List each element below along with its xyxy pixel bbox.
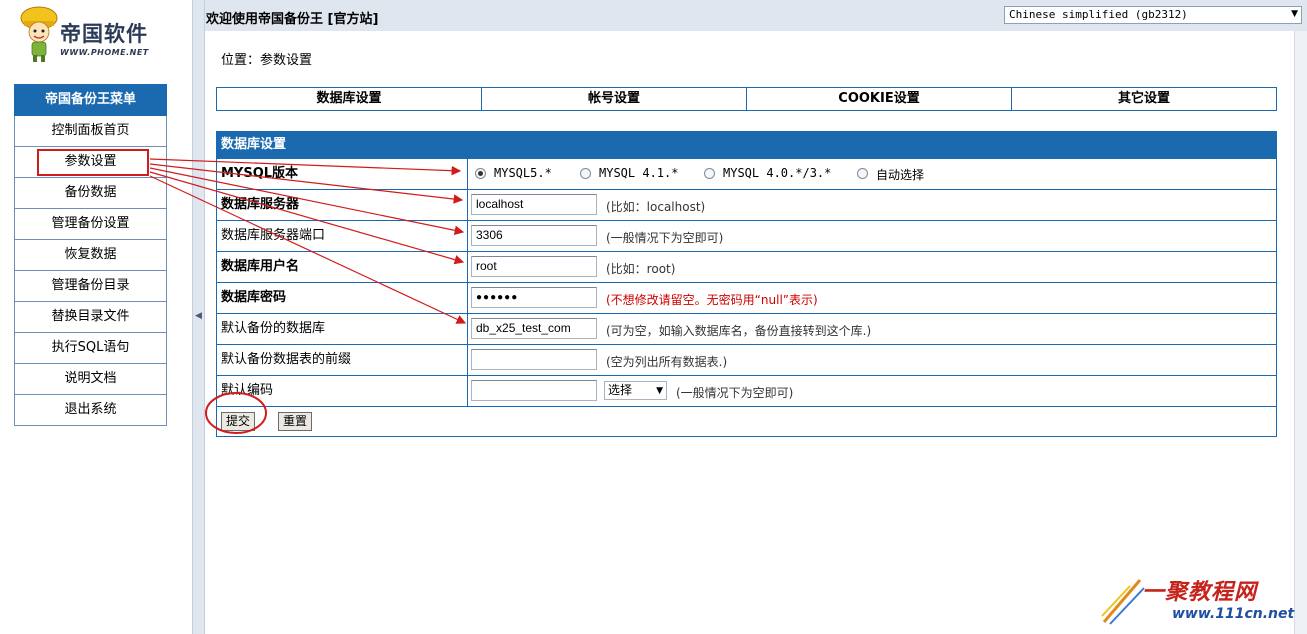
encoding-select-value: 选择 — [608, 383, 633, 397]
breadcrumb: 位置：参数设置 — [221, 53, 313, 68]
password-hint: (不想修改请留空。无密码用“null”表示) — [606, 293, 818, 307]
radio-mysql5[interactable] — [475, 168, 486, 179]
row-encoding: 默认编码 选择 ▼ (一般情况下为空即可) — [217, 375, 1276, 406]
row-default-db: 默认备份的数据库 db_x25_test_com (可为空，如输入数据库名，备份… — [217, 313, 1276, 344]
database-settings-form: 数据库设置 MYSQL版本 MYSQL5.* MYSQL 4.1.* MYSQL… — [216, 131, 1277, 437]
user-input[interactable]: root — [471, 256, 597, 277]
tab-account[interactable]: 帐号设置 — [482, 88, 747, 110]
form-actions: 提交 重置 — [217, 406, 1276, 436]
tab-other[interactable]: 其它设置 — [1012, 88, 1276, 110]
annotation-highlight-box — [37, 149, 149, 176]
top-bar: 欢迎使用帝国备份王 [官方站] Chinese simplified (gb23… — [205, 0, 1307, 32]
sidebar-item-manage-backup-dir[interactable]: 管理备份目录 — [14, 271, 167, 302]
main-content: 位置：参数设置 数据库设置 帐号设置 COOKIE设置 其它设置 数据库设置 M… — [205, 31, 1294, 634]
port-hint: (一般情况下为空即可) — [606, 231, 724, 245]
chevron-down-icon: ▼ — [1291, 9, 1298, 19]
encoding-select[interactable]: 选择 ▼ — [604, 381, 667, 400]
submit-button[interactable]: 提交 — [221, 412, 256, 431]
radio-label: MYSQL5.* — [494, 166, 552, 180]
row-mysql-version: MYSQL版本 MYSQL5.* MYSQL 4.1.* MYSQL 4.0.*… — [217, 158, 1276, 189]
menu-title: 帝国备份王菜单 — [14, 84, 167, 116]
mysql-version-label: MYSQL版本 — [217, 159, 468, 189]
sidebar-item-restore[interactable]: 恢复数据 — [14, 240, 167, 271]
radio-auto[interactable] — [857, 168, 868, 179]
row-password: 数据库密码 ●●●●●● (不想修改请留空。无密码用“null”表示) — [217, 282, 1276, 313]
sidebar-item-backup[interactable]: 备份数据 — [14, 178, 167, 209]
radio-label: MYSQL 4.0.*/3.* — [723, 166, 832, 180]
reset-button[interactable]: 重置 — [278, 412, 313, 431]
tab-database[interactable]: 数据库设置 — [217, 88, 482, 110]
mascot-icon — [20, 6, 58, 62]
settings-tabs: 数据库设置 帐号设置 COOKIE设置 其它设置 — [216, 87, 1277, 111]
encoding-label: 默认编码 — [217, 376, 468, 406]
sidebar-item-settings[interactable]: 参数设置 — [14, 147, 167, 178]
radio-label: 自动选择 — [876, 168, 925, 182]
radio-label: MYSQL 4.1.* — [599, 166, 679, 180]
user-hint: (比如：root) — [606, 262, 676, 276]
tab-cookie[interactable]: COOKIE设置 — [747, 88, 1012, 110]
radio-mysql40[interactable] — [704, 168, 715, 179]
table-prefix-hint: (空为列出所有数据表.) — [606, 355, 728, 369]
scrollbar[interactable] — [1294, 31, 1307, 634]
password-label: 数据库密码 — [217, 283, 468, 313]
sidebar-item-manage-backup-settings[interactable]: 管理备份设置 — [14, 209, 167, 240]
encoding-hint: (一般情况下为空即可) — [676, 386, 794, 400]
logo[interactable]: 帝国软件 WWW.PHOME.NET — [18, 4, 168, 66]
row-server: 数据库服务器 localhost (比如：localhost) — [217, 189, 1276, 220]
sidebar-item-docs[interactable]: 说明文档 — [14, 364, 167, 395]
default-db-hint: (可为空，如输入数据库名，备份直接转到这个库.) — [606, 324, 872, 338]
port-input[interactable]: 3306 — [471, 225, 597, 246]
row-port: 数据库服务器端口 3306 (一般情况下为空即可) — [217, 220, 1276, 251]
sidebar-item-dashboard[interactable]: 控制面板首页 — [14, 116, 167, 147]
server-label: 数据库服务器 — [217, 190, 468, 220]
language-select[interactable]: Chinese simplified (gb2312) ▼ — [1004, 6, 1302, 24]
watermark-url: www.111cn.net — [1172, 606, 1295, 622]
row-user: 数据库用户名 root (比如：root) — [217, 251, 1276, 282]
user-label: 数据库用户名 — [217, 252, 468, 282]
logo-brand: 帝国软件 — [60, 21, 148, 46]
encoding-input[interactable] — [471, 380, 597, 401]
port-label: 数据库服务器端口 — [217, 221, 468, 251]
table-prefix-input[interactable] — [471, 349, 597, 370]
sidebar-item-run-sql[interactable]: 执行SQL语句 — [14, 333, 167, 364]
server-input[interactable]: localhost — [471, 194, 597, 215]
table-prefix-label: 默认备份数据表的前缀 — [217, 345, 468, 375]
row-table-prefix: 默认备份数据表的前缀 (空为列出所有数据表.) — [217, 344, 1276, 375]
sidebar-item-replace-files[interactable]: 替换目录文件 — [14, 302, 167, 333]
password-input[interactable]: ●●●●●● — [471, 287, 597, 308]
logo-domain: WWW.PHOME.NET — [60, 48, 149, 57]
chevron-down-icon: ▼ — [656, 386, 663, 396]
sidebar-item-logout[interactable]: 退出系统 — [14, 395, 167, 426]
default-db-label: 默认备份的数据库 — [217, 314, 468, 344]
form-header: 数据库设置 — [217, 132, 1276, 158]
default-db-input[interactable]: db_x25_test_com — [471, 318, 597, 339]
watermark: 一聚教程网 www.111cn.net — [1100, 566, 1300, 632]
frame-divider[interactable]: ◀ — [192, 0, 205, 634]
welcome-text: 欢迎使用帝国备份王 [官方站] — [206, 12, 379, 27]
radio-mysql41[interactable] — [580, 168, 591, 179]
server-hint: (比如：localhost) — [606, 200, 706, 214]
language-value: Chinese simplified (gb2312) — [1009, 8, 1188, 21]
sidebar-menu: 帝国备份王菜单 控制面板首页 参数设置 备份数据 管理备份设置 恢复数据 管理备… — [14, 84, 167, 426]
left-frame: 帝国软件 WWW.PHOME.NET 帝国备份王菜单 控制面板首页 参数设置 备… — [0, 0, 192, 634]
collapse-arrow-icon[interactable]: ◀ — [195, 311, 202, 321]
watermark-title: 一聚教程网 — [1142, 580, 1258, 605]
